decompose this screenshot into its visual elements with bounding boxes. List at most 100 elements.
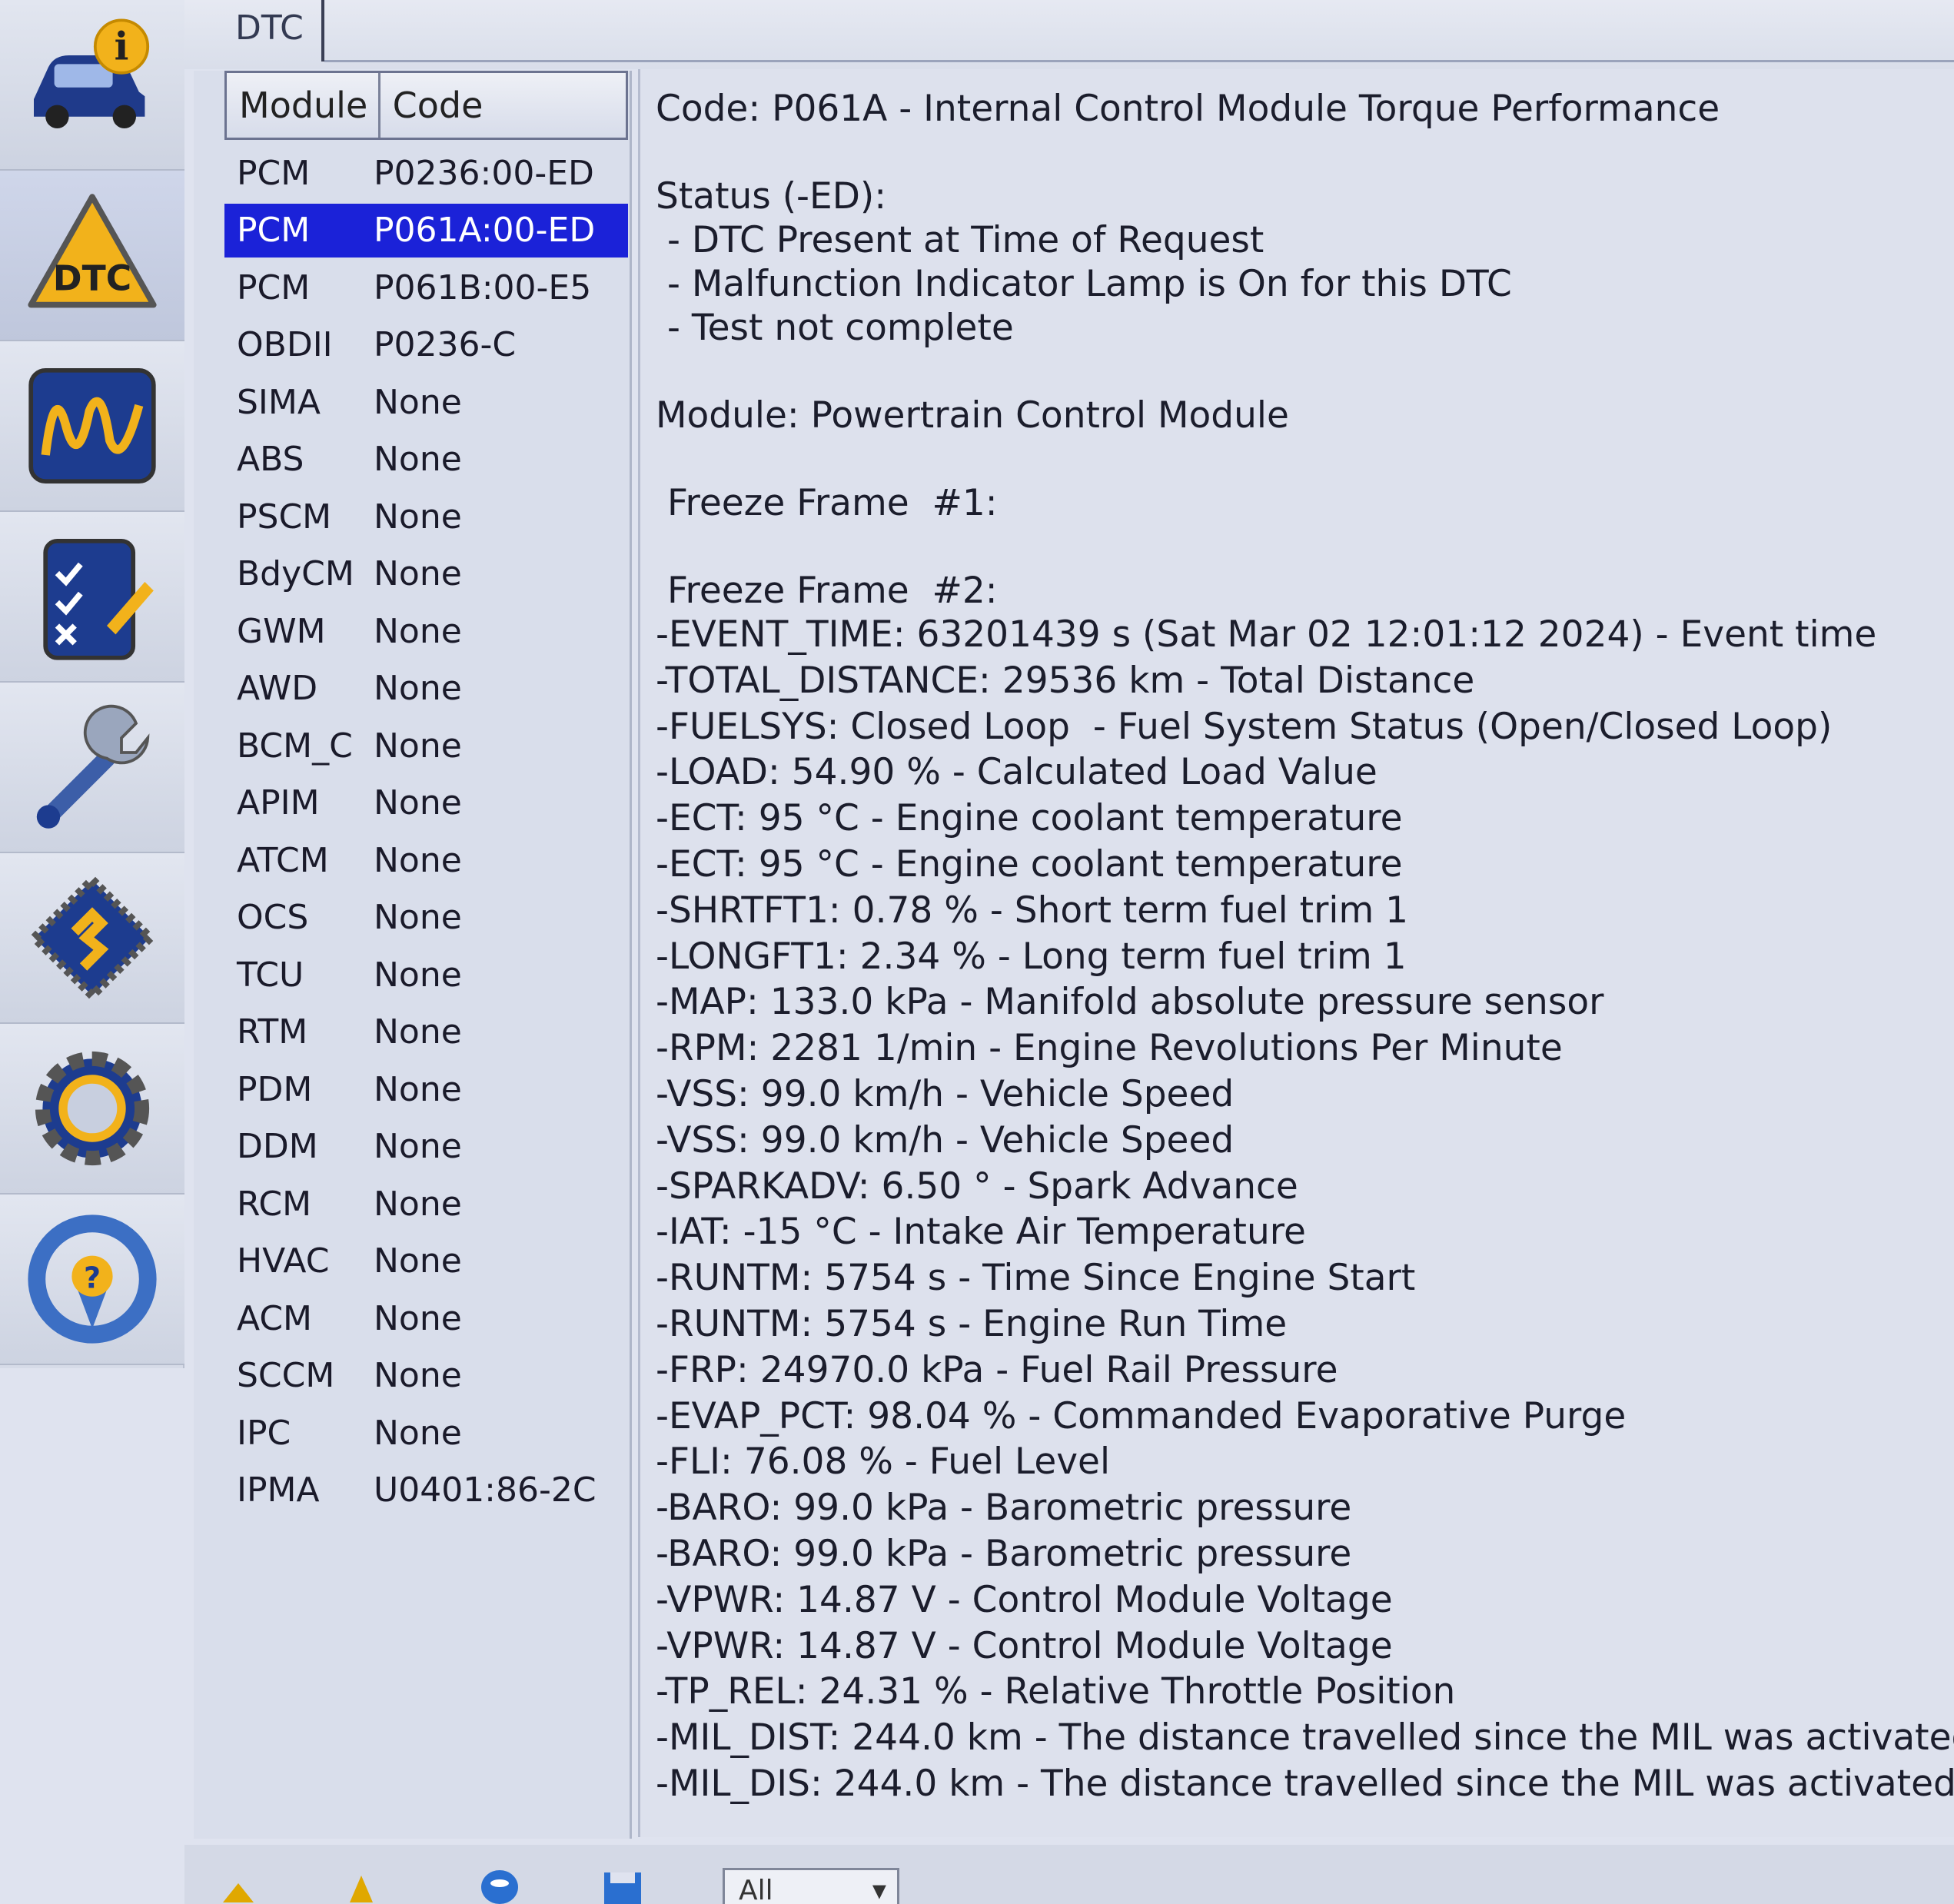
detail-line: -ECT: 95 °C - Engine coolant temperature: [656, 797, 1403, 840]
detail-line: -SHRTFT1: 0.78 % - Short term fuel trim …: [656, 889, 1409, 932]
module-cell: PCM: [237, 267, 311, 307]
table-row[interactable]: TCU None: [224, 948, 628, 1002]
module-cell: PSCM: [237, 497, 332, 537]
service-button[interactable]: [0, 683, 184, 853]
module-cell: RCM: [237, 1184, 312, 1224]
table-row[interactable]: APIM None: [224, 776, 628, 830]
table-row[interactable]: SIMA None: [224, 375, 628, 429]
module-cell: APIM: [237, 783, 320, 822]
table-row[interactable]: ATCM None: [224, 833, 628, 887]
table-row[interactable]: SCCM None: [224, 1349, 628, 1403]
database-icon[interactable]: [477, 1868, 523, 1904]
detail-line: -MIL_DIS: 244.0 km - The distance travel…: [656, 1763, 1954, 1805]
filter-value: All: [739, 1875, 773, 1904]
dtc-button[interactable]: DTC: [0, 171, 184, 341]
help-button[interactable]: ?: [0, 1195, 184, 1365]
code-cell: None: [374, 898, 462, 937]
module-cell: PDM: [237, 1069, 313, 1109]
detail-line: -LONGFT1: 2.34 % - Long term fuel trim 1: [656, 935, 1407, 978]
dtc-detail-panel: Code: P061A - Internal Control Module To…: [638, 69, 1954, 1837]
table-row[interactable]: PCM P061A:00-ED: [224, 203, 628, 258]
detail-line: -ECT: 95 °C - Engine coolant temperature: [656, 843, 1403, 886]
detail-line: - DTC Present at Time of Request: [656, 219, 1264, 261]
vehicle-info-button[interactable]: i: [0, 0, 184, 171]
detail-line: -MIL_DIST: 244.0 km - The distance trave…: [656, 1716, 1954, 1759]
module-cell: AWD: [237, 669, 318, 708]
save-icon[interactable]: [600, 1868, 646, 1904]
detail-line: -IAT: -15 °C - Intake Air Temperature: [656, 1211, 1306, 1254]
table-row[interactable]: RTM None: [224, 1005, 628, 1059]
code-cell: None: [374, 497, 462, 537]
detail-line: -RUNTM: 5754 s - Engine Run Time: [656, 1303, 1288, 1345]
svg-text:DTC: DTC: [53, 258, 131, 299]
code-cell: None: [374, 783, 462, 822]
table-row[interactable]: OCS None: [224, 891, 628, 945]
programming-button[interactable]: [0, 853, 184, 1024]
detail-line: -VSS: 99.0 km/h - Vehicle Speed: [656, 1073, 1235, 1115]
up-icon[interactable]: [338, 1868, 384, 1904]
table-row[interactable]: GWM None: [224, 604, 628, 658]
code-cell: None: [374, 1298, 462, 1338]
steering-help-icon: ?: [28, 1215, 157, 1344]
module-cell: ATCM: [237, 840, 329, 880]
chip-icon: [28, 873, 157, 1002]
table-row[interactable]: ABS None: [224, 433, 628, 487]
detail-line: -VPWR: 14.87 V - Control Module Voltage: [656, 1578, 1393, 1621]
filter-dropdown[interactable]: All ▾: [723, 1868, 899, 1904]
svg-text:?: ?: [84, 1261, 101, 1294]
detail-line: -FLI: 76.08 % - Fuel Level: [656, 1440, 1111, 1484]
table-row[interactable]: BCM_C None: [224, 719, 628, 773]
table-row[interactable]: ACM None: [224, 1291, 628, 1345]
code-cell: None: [374, 669, 462, 708]
module-cell: SIMA: [237, 382, 321, 422]
checklist-icon: [43, 538, 154, 660]
settings-button[interactable]: [0, 1024, 184, 1195]
table-row[interactable]: HVAC None: [224, 1234, 628, 1288]
code-cell: None: [374, 1069, 462, 1109]
checklist-button[interactable]: [0, 512, 184, 683]
tab-divider: [324, 60, 1954, 62]
code-cell: P0236:00-ED: [374, 153, 594, 193]
table-row[interactable]: BdyCM None: [224, 547, 628, 601]
module-cell: IPMA: [237, 1470, 320, 1510]
table-row[interactable]: OBDII P0236-C: [224, 318, 628, 372]
module-cell: BCM_C: [237, 726, 353, 766]
module-cell: HVAC: [237, 1241, 330, 1281]
table-row[interactable]: IPC None: [224, 1406, 628, 1460]
table-row[interactable]: PSCM None: [224, 490, 628, 543]
chevron-down-icon: ▾: [872, 1875, 886, 1904]
sidebar-toolbar: i DTC ?: [0, 0, 184, 1368]
module-cell: RTM: [237, 1012, 308, 1052]
detail-line: Freeze Frame #1:: [656, 482, 998, 524]
code-cell: None: [374, 1184, 462, 1224]
detail-line: -RPM: 2281 1/min - Engine Revolutions Pe…: [656, 1027, 1563, 1070]
detail-line: Code: P061A - Internal Control Module To…: [656, 88, 1720, 130]
code-cell: None: [374, 554, 462, 593]
detail-line: Module: Powertrain Control Module: [656, 394, 1289, 437]
table-row[interactable]: RCM None: [224, 1177, 628, 1231]
table-row[interactable]: IPMA U0401:86-2C: [224, 1464, 628, 1517]
table-row[interactable]: PCM P061B:00-E5: [224, 261, 628, 314]
table-row[interactable]: PCM P0236:00-ED: [224, 146, 628, 200]
bottom-toolbar: All ▾: [184, 1845, 1954, 1904]
table-row[interactable]: AWD None: [224, 662, 628, 716]
code-cell: None: [374, 726, 462, 766]
detail-line: -FRP: 24970.0 kPa - Fuel Rail Pressure: [656, 1348, 1338, 1391]
expand-icon[interactable]: [215, 1868, 261, 1904]
gear-icon: [35, 1051, 150, 1166]
table-row[interactable]: PDM None: [224, 1062, 628, 1116]
column-header-code[interactable]: Code: [380, 73, 626, 138]
code-cell: None: [374, 840, 462, 880]
detail-line: -TP_REL: 24.31 % - Relative Throttle Pos…: [656, 1670, 1456, 1713]
tab-dtc[interactable]: DTC: [217, 0, 324, 61]
svg-text:i: i: [115, 25, 129, 69]
column-header-module[interactable]: Module: [227, 73, 380, 138]
car-info-icon: i: [34, 18, 150, 128]
code-cell: P0236-C: [374, 325, 517, 364]
module-cell: OCS: [237, 898, 309, 937]
oscilloscope-button[interactable]: [0, 341, 184, 512]
detail-line: -SPARKADV: 6.50 ° - Spark Advance: [656, 1165, 1298, 1208]
detail-line: -EVAP_PCT: 98.04 % - Commanded Evaporati…: [656, 1394, 1627, 1437]
detail-line: - Test not complete: [656, 307, 1014, 349]
table-row[interactable]: DDM None: [224, 1120, 628, 1174]
